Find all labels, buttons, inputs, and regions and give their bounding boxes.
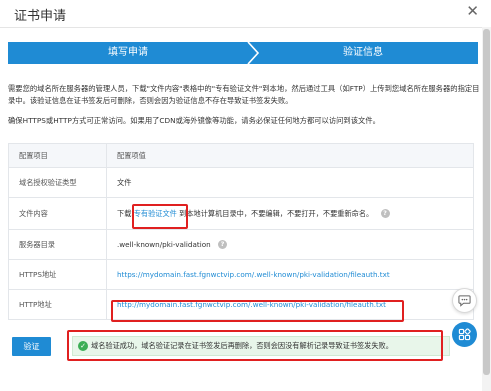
download-instruction: 到本地计算机目录中，不要编辑，不要打开，不要重新命名。 <box>179 208 374 218</box>
close-icon[interactable]: ✕ <box>466 4 479 19</box>
row-label: 域名授权验证类型 <box>8 167 107 198</box>
table-row: HTTPS地址 https://mydomain.fast.fgnwctvip.… <box>8 259 474 290</box>
header-config-value: 配置项值 <box>106 143 474 168</box>
table-row: 服务器目录 .well-known/pki-validation ? <box>8 229 474 260</box>
step-arrow-icon <box>247 42 260 64</box>
row-label: HTTP地址 <box>8 289 107 320</box>
apps-glyph <box>458 328 471 341</box>
chat-icon[interactable] <box>452 288 477 313</box>
server-directory-value: .well-known/pki-validation <box>117 239 211 249</box>
row-label: 服务器目录 <box>8 229 107 260</box>
config-table: 配置项目 配置项值 域名授权验证类型 文件 文件内容 下载 专有验证文件 到本地… <box>8 143 474 320</box>
highlight-box-http-url <box>111 300 404 322</box>
step-progress: 填写申请 验证信息 <box>8 42 478 64</box>
dialog-title: 证书申请 <box>14 9 67 24</box>
help-circle-icon[interactable]: ? <box>380 209 390 218</box>
header-config-item: 配置项目 <box>8 143 107 168</box>
https-url-link[interactable]: https://mydomain.fast.fgnwctvip.com/.wel… <box>117 270 390 279</box>
download-prefix: 下载 <box>117 208 132 218</box>
row-value: 文件 <box>106 167 474 198</box>
instruction-paragraph: 需要您的域名所在服务器的管理人员，下载"文件内容"表格中的"专有验证文件"到本地… <box>8 84 480 105</box>
step-fill-application: 填写申请 <box>8 42 248 64</box>
table-row: 文件内容 下载 专有验证文件 到本地计算机目录中，不要编辑，不要打开，不要重新命… <box>8 197 474 230</box>
scrollbar-thumb[interactable] <box>483 29 490 375</box>
table-row: 域名授权验证类型 文件 <box>8 167 474 198</box>
verify-button[interactable]: 验证 <box>12 337 51 356</box>
row-label: HTTPS地址 <box>8 259 107 290</box>
row-value: .well-known/pki-validation ? <box>106 229 474 260</box>
title-divider <box>0 27 482 28</box>
highlight-box-success <box>67 330 443 361</box>
table-header-row: 配置项目 配置项值 <box>8 143 474 168</box>
chat-glyph <box>458 295 471 307</box>
access-note: 确保HTTPS或HTTP方式可正常访问。如果用了CDN或海外镜像等功能，请务必保… <box>8 116 380 125</box>
step-verify-info: 验证信息 <box>248 42 478 64</box>
row-label: 文件内容 <box>8 197 107 230</box>
help-circle-icon[interactable]: ? <box>217 240 227 250</box>
highlight-box-download-link <box>132 204 188 229</box>
row-value: https://mydomain.fast.fgnwctvip.com/.wel… <box>106 259 474 290</box>
apps-icon[interactable] <box>452 322 477 347</box>
